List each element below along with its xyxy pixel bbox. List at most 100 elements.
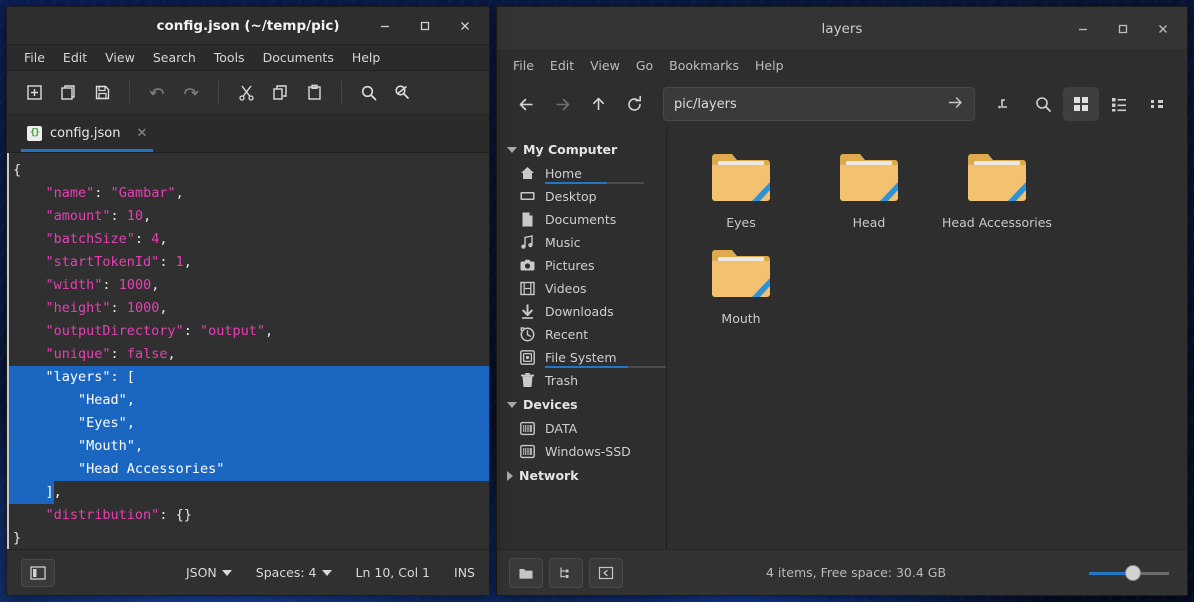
fm-menu-go[interactable]: Go: [628, 55, 661, 76]
collapse-panel-icon[interactable]: [589, 557, 623, 588]
code-line[interactable]: {: [9, 159, 489, 182]
menu-file[interactable]: File: [15, 47, 54, 68]
search-icon[interactable]: [1025, 87, 1061, 121]
code-line[interactable]: "Eyes",: [9, 412, 489, 435]
fm-menu-edit[interactable]: Edit: [542, 55, 582, 76]
tab-active-indicator: [21, 149, 154, 152]
folder-item[interactable]: Eyes: [677, 147, 805, 243]
maximize-button[interactable]: [1103, 14, 1143, 44]
up-icon[interactable]: [581, 87, 615, 121]
indent-selector[interactable]: Spaces: 4: [256, 565, 332, 580]
chevron-right-icon[interactable]: [507, 470, 513, 481]
code-line[interactable]: "name": "Gambar",: [9, 182, 489, 205]
menu-edit[interactable]: Edit: [54, 47, 96, 68]
sidebar-item-music[interactable]: Music: [497, 231, 666, 254]
insert-mode[interactable]: INS: [454, 565, 475, 580]
code-token: "height": [45, 300, 111, 316]
zoom-knob[interactable]: [1125, 564, 1141, 581]
menu-documents[interactable]: Documents: [254, 47, 343, 68]
icon-view-icon[interactable]: [1063, 87, 1099, 121]
close-button[interactable]: [1143, 14, 1183, 44]
code-line[interactable]: "amount": 10,: [9, 205, 489, 228]
fm-menu-view[interactable]: View: [582, 55, 628, 76]
code-token: ,: [167, 346, 176, 362]
code-line[interactable]: "Head",: [9, 389, 489, 412]
maximize-button[interactable]: [405, 11, 445, 41]
redo-icon[interactable]: [174, 78, 208, 108]
sidebar-group-network[interactable]: Network: [497, 463, 666, 488]
code-line[interactable]: "batchSize": 4,: [9, 228, 489, 251]
sidebar-item-desktop[interactable]: Desktop: [497, 185, 666, 208]
sidebar-item-file-system[interactable]: File System: [497, 346, 666, 369]
code-line[interactable]: "layers": [: [9, 366, 489, 389]
code-line[interactable]: "unique": false,: [9, 343, 489, 366]
tab-config-json[interactable]: {} config.json ✕: [21, 114, 154, 152]
sidebar-item-downloads[interactable]: Downloads: [497, 300, 666, 323]
sidebar-group-devices[interactable]: Devices: [497, 392, 666, 417]
save-icon[interactable]: [85, 78, 119, 108]
close-button[interactable]: [445, 11, 485, 41]
sidebar-item-documents[interactable]: Documents: [497, 208, 666, 231]
tab-close-icon[interactable]: ✕: [137, 126, 148, 141]
code-line[interactable]: "outputDirectory": "output",: [9, 320, 489, 343]
go-arrow-icon[interactable]: [947, 94, 964, 115]
compact-view-icon[interactable]: [1139, 87, 1175, 121]
minimize-button[interactable]: [1063, 14, 1103, 44]
file-listing-area[interactable]: Eyes Head Head Accessories Mouth: [667, 129, 1187, 549]
code-editor-area[interactable]: { "name": "Gambar", "amount": 10, "batch…: [7, 153, 489, 549]
zoom-slider[interactable]: [1089, 562, 1169, 584]
new-file-icon[interactable]: [17, 78, 51, 108]
code-line[interactable]: "Mouth",: [9, 435, 489, 458]
editor-menubar: File Edit View Search Tools Documents He…: [7, 45, 489, 71]
sidebar-group-my-computer[interactable]: My Computer: [497, 137, 666, 162]
copy-icon[interactable]: [263, 78, 297, 108]
language-selector[interactable]: JSON: [186, 565, 232, 580]
menu-help[interactable]: Help: [343, 47, 390, 68]
path-input[interactable]: [674, 96, 947, 112]
tree-panel-icon[interactable]: [549, 557, 583, 588]
back-icon[interactable]: [509, 87, 543, 121]
folder-item[interactable]: Mouth: [677, 243, 805, 339]
sidebar-item-trash[interactable]: Trash: [497, 369, 666, 392]
cut-icon[interactable]: [229, 78, 263, 108]
sidebar-item-pictures[interactable]: Pictures: [497, 254, 666, 277]
path-bar[interactable]: [663, 87, 975, 121]
folder-panel-icon[interactable]: [509, 557, 543, 588]
fm-menu-file[interactable]: File: [505, 55, 542, 76]
undo-icon[interactable]: [140, 78, 174, 108]
folder-label: Head: [852, 215, 886, 230]
code-line[interactable]: "distribution": {}: [9, 504, 489, 527]
folder-item[interactable]: Head Accessories: [933, 147, 1061, 243]
code-line[interactable]: "Head Accessories": [9, 458, 489, 481]
sidebar-item-recent[interactable]: Recent: [497, 323, 666, 346]
sidebar-item-videos[interactable]: Videos: [497, 277, 666, 300]
fm-menu-bookmarks[interactable]: Bookmarks: [661, 55, 747, 76]
code-line[interactable]: "startTokenId": 1,: [9, 251, 489, 274]
sidebar-item-home[interactable]: Home: [497, 162, 666, 185]
sidebar-group-label: My Computer: [523, 142, 618, 157]
replace-icon[interactable]: [386, 78, 420, 108]
chevron-down-icon[interactable]: [507, 146, 517, 153]
sidebar-item-data[interactable]: DATA: [497, 417, 666, 440]
menu-view[interactable]: View: [96, 47, 144, 68]
sidebar-item-windows-ssd[interactable]: Windows-SSD: [497, 440, 666, 463]
reload-icon[interactable]: [617, 87, 651, 121]
menu-tools[interactable]: Tools: [205, 47, 254, 68]
code-line[interactable]: }: [9, 527, 489, 549]
chevron-down-icon[interactable]: [507, 401, 517, 408]
side-panel-icon[interactable]: [21, 558, 55, 587]
code-token: :: [110, 346, 127, 362]
open-file-icon[interactable]: [51, 78, 85, 108]
forward-icon[interactable]: [545, 87, 579, 121]
code-line[interactable]: "width": 1000,: [9, 274, 489, 297]
find-icon[interactable]: [352, 78, 386, 108]
list-view-icon[interactable]: [1101, 87, 1137, 121]
paste-icon[interactable]: [297, 78, 331, 108]
menu-search[interactable]: Search: [144, 47, 205, 68]
code-line[interactable]: ],: [9, 481, 489, 504]
minimize-button[interactable]: [365, 11, 405, 41]
code-line[interactable]: "height": 1000,: [9, 297, 489, 320]
fm-menu-help[interactable]: Help: [747, 55, 792, 76]
folder-item[interactable]: Head: [805, 147, 933, 243]
open-terminal-icon[interactable]: [987, 87, 1023, 121]
